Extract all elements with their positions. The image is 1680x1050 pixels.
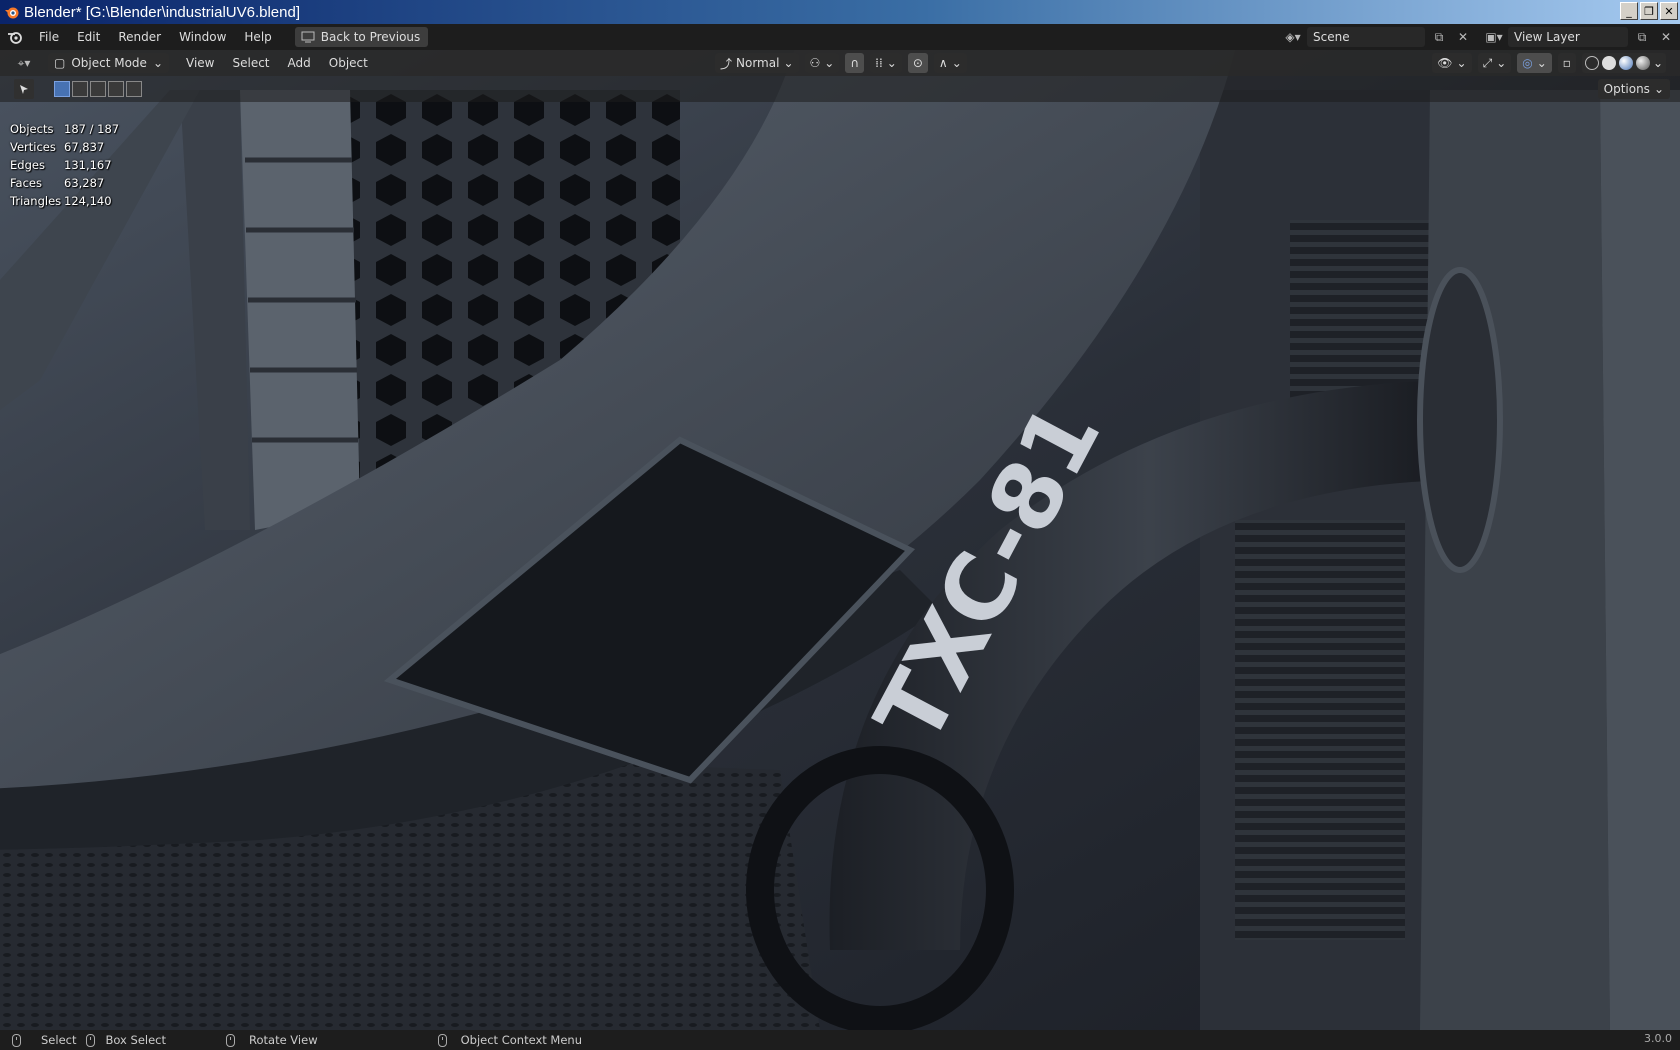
select-extend-icon[interactable]: [72, 81, 88, 97]
view-layer-field[interactable]: View Layer: [1508, 27, 1628, 47]
scene-name: Scene: [1313, 30, 1350, 44]
window-title: Blender* [G:\Blender\industrialUV6.blend…: [24, 3, 300, 21]
shading-mode-group: ⌄: [1581, 53, 1666, 73]
transform-controls: ⤴ Normal ⌄ ⚇ ⌄ ∩ ⁞⁞ ⌄ ⊙ ∧ ⌄: [715, 53, 967, 73]
select-intersect-icon[interactable]: [126, 81, 142, 97]
menu-view[interactable]: View: [177, 56, 223, 70]
view-layer-browse-icon[interactable]: ▣▾: [1484, 27, 1504, 47]
orientation-icon: ⤴: [720, 56, 733, 71]
maximize-button[interactable]: ❐: [1640, 2, 1658, 20]
viewport-header: ⌖▾ ▢ Object Mode ⌄ View Select Add Objec…: [0, 50, 1680, 76]
menu-window[interactable]: Window: [170, 30, 235, 44]
window-titlebar: Blender* [G:\Blender\industrialUV6.blend…: [0, 0, 1680, 24]
menu-edit[interactable]: Edit: [68, 30, 109, 44]
chevron-down-icon[interactable]: ⌄: [1653, 56, 1663, 70]
menu-help[interactable]: Help: [235, 30, 280, 44]
status-select: Select: [12, 1033, 76, 1047]
xray-icon: ▫: [1562, 56, 1571, 70]
visibility-dropdown[interactable]: 👁 ⌄: [1432, 53, 1472, 73]
selection-mode-group: [54, 81, 142, 97]
menu-render[interactable]: Render: [109, 30, 170, 44]
view-layer-new-icon[interactable]: ⧉: [1632, 27, 1652, 47]
select-subtract-icon[interactable]: [90, 81, 106, 97]
view-layer-name: View Layer: [1514, 30, 1580, 44]
proportional-icon: ⊙: [912, 56, 923, 70]
grid-icon: ⁞⁞: [875, 56, 883, 70]
stat-row-objects: Objects 187 / 187: [10, 122, 120, 136]
scene-remove-icon[interactable]: ✕: [1453, 27, 1473, 47]
eye-icon: 👁: [1437, 56, 1453, 70]
mouse-left-icon: [12, 1033, 21, 1047]
select-tool-icon[interactable]: [14, 79, 34, 99]
mouse-drag-icon: [86, 1033, 96, 1047]
editor-type-icon[interactable]: ⌖▾: [14, 53, 34, 73]
close-button[interactable]: ✕: [1660, 2, 1678, 20]
rendered-shading-icon[interactable]: [1635, 56, 1650, 70]
scene-browse-icon[interactable]: ◈▾: [1283, 27, 1303, 47]
magnet-icon: ∩: [850, 56, 860, 70]
snap-toggle[interactable]: ∩: [845, 53, 865, 73]
status-bar: Select Box Select Rotate View Object Con…: [0, 1030, 1680, 1050]
back-to-previous-label: Back to Previous: [320, 30, 421, 44]
chevron-down-icon: ⌄: [152, 56, 163, 70]
chevron-down-icon: ⌄: [783, 56, 794, 70]
scene-selector: ◈▾ Scene ⧉ ✕: [1283, 27, 1473, 47]
scene-new-icon[interactable]: ⧉: [1429, 27, 1449, 47]
falloff-curve-icon: ∧: [938, 56, 948, 70]
falloff-dropdown[interactable]: ∧ ⌄: [933, 53, 967, 73]
proportional-edit-toggle[interactable]: ⊙: [907, 53, 928, 73]
xray-toggle[interactable]: ▫: [1557, 53, 1576, 73]
menu-object[interactable]: Object: [320, 56, 377, 70]
options-label: Options: [1603, 82, 1650, 96]
mouse-right-icon: [437, 1033, 447, 1047]
minimize-button[interactable]: _: [1620, 2, 1638, 20]
back-to-previous-button[interactable]: Back to Previous: [294, 27, 429, 47]
overlays-toggle[interactable]: ◎ ⌄: [1517, 53, 1552, 73]
blender-logo-icon: [4, 4, 20, 20]
pivot-icon: ⚇: [809, 56, 821, 70]
select-new-icon[interactable]: [54, 81, 70, 97]
object-mode-label: Object Mode: [71, 56, 147, 70]
tool-settings-header: Options ⌄: [0, 76, 1680, 102]
view-layer-remove-icon[interactable]: ✕: [1656, 27, 1676, 47]
orientation-label: Normal: [736, 56, 780, 70]
stat-row-edges: Edges 131,167: [10, 158, 112, 172]
pivot-point-dropdown[interactable]: ⚇ ⌄: [804, 53, 840, 73]
status-rotate-view: Rotate View: [226, 1033, 318, 1047]
mouse-middle-icon: [226, 1033, 235, 1047]
transform-orientation-dropdown[interactable]: ⤴ Normal ⌄: [715, 53, 799, 73]
blender-menu-icon[interactable]: [0, 30, 30, 44]
solid-shading-icon[interactable]: [1601, 56, 1616, 70]
stat-row-vertices: Vertices 67,837: [10, 140, 105, 154]
scene-name-field[interactable]: Scene: [1307, 27, 1425, 47]
object-mode-dropdown[interactable]: ▢ Object Mode ⌄: [48, 53, 169, 73]
wireframe-shading-icon[interactable]: [1584, 56, 1599, 70]
chevron-down-icon: ⌄: [1653, 82, 1664, 96]
snap-target-dropdown[interactable]: ⁞⁞ ⌄: [870, 53, 902, 73]
gizmo-icon: ⤢: [1482, 55, 1493, 70]
status-context-menu: Object Context Menu: [437, 1033, 582, 1047]
menu-add[interactable]: Add: [279, 56, 320, 70]
overlays-icon: ◎: [1522, 56, 1533, 70]
status-box-select: Box Select: [86, 1033, 166, 1047]
gizmo-toggle[interactable]: ⤢ ⌄: [1477, 53, 1512, 73]
menu-file[interactable]: File: [30, 30, 68, 44]
3d-viewport[interactable]: TXC-81 Objects 187 / 187 Vertices 67,837 E…: [0, 50, 1680, 1030]
blender-version: 3.0.0: [1644, 1032, 1672, 1045]
menu-select[interactable]: Select: [223, 56, 278, 70]
select-invert-icon[interactable]: [108, 81, 124, 97]
viewport-render: TXC-81: [0, 50, 1680, 1030]
options-dropdown[interactable]: Options ⌄: [1597, 79, 1670, 99]
stat-row-faces: Faces 63,287: [10, 176, 105, 190]
scene-statistics: Objects 187 / 187 Vertices 67,837 Edges 131…: [10, 120, 119, 210]
material-preview-shading-icon[interactable]: [1618, 56, 1633, 70]
view-layer-selector: ▣▾ View Layer ⧉ ✕: [1484, 27, 1676, 47]
top-menubar: File Edit Render Window Help Back to Pre…: [0, 24, 1680, 50]
viewport-display-tools: 👁 ⌄ ⤢ ⌄ ◎ ⌄ ▫ ⌄: [1432, 53, 1666, 73]
stat-row-triangles: Triangles 124,140: [10, 194, 112, 208]
object-mode-icon: ▢: [54, 56, 66, 70]
screen-back-icon: [301, 31, 315, 43]
